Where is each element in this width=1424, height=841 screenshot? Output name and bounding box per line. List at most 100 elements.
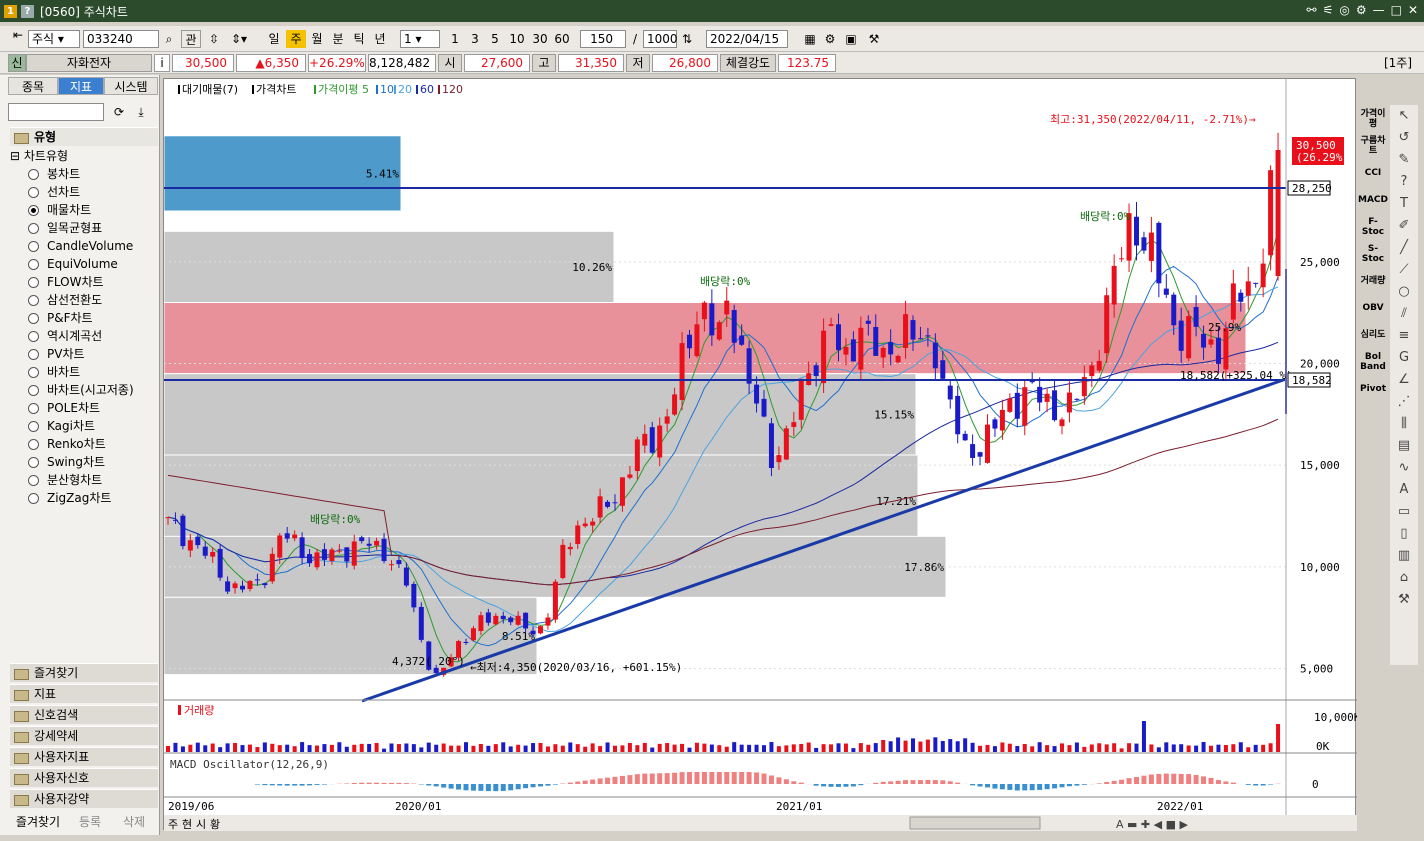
- total-input[interactable]: 1000: [643, 30, 678, 48]
- candle-body[interactable]: [478, 615, 484, 632]
- angle-tool-icon[interactable]: ∠: [1390, 369, 1418, 391]
- chart-type-18[interactable]: ZigZag차트: [28, 489, 111, 507]
- sync-icon[interactable]: ⇅: [679, 30, 695, 48]
- close-button[interactable]: ✕: [1408, 3, 1418, 17]
- candle-body[interactable]: [165, 517, 171, 519]
- candle-body[interactable]: [1171, 294, 1177, 326]
- candle-body[interactable]: [552, 581, 558, 620]
- line-tool-icon[interactable]: ╱: [1390, 237, 1418, 259]
- candle-body[interactable]: [813, 365, 819, 377]
- legend-item[interactable]: 10: [380, 83, 394, 96]
- radio-icon[interactable]: [28, 276, 39, 288]
- text-tool-icon[interactable]: T: [1390, 193, 1418, 215]
- scroll-tab-now[interactable]: 현: [182, 818, 192, 831]
- candle-body[interactable]: [985, 424, 990, 463]
- candle-body[interactable]: [925, 335, 931, 337]
- register-button[interactable]: 등록: [70, 813, 110, 831]
- tree-chart-types[interactable]: ⊟ 차트유형: [10, 147, 68, 164]
- folder-indicators[interactable]: 지표: [10, 684, 158, 703]
- candle-body[interactable]: [910, 320, 916, 340]
- candle-body[interactable]: [955, 395, 961, 435]
- period-day[interactable]: 일: [264, 30, 284, 48]
- candle-body[interactable]: [1037, 386, 1043, 403]
- candle-body[interactable]: [1163, 288, 1169, 295]
- candle-body[interactable]: [560, 544, 566, 579]
- candle-body[interactable]: [1007, 398, 1013, 412]
- candle-body[interactable]: [225, 581, 231, 592]
- candle-body[interactable]: [657, 425, 663, 458]
- candle-body[interactable]: [687, 334, 692, 349]
- candle-body[interactable]: [508, 617, 514, 623]
- chart-type-9[interactable]: 역시계곡선: [28, 327, 102, 345]
- tab-indicator[interactable]: 지표: [58, 77, 104, 95]
- legend-item[interactable]: 120: [442, 83, 463, 96]
- radio-icon[interactable]: [28, 384, 39, 396]
- candle-body[interactable]: [1059, 419, 1065, 427]
- candle-body[interactable]: [344, 547, 350, 562]
- indicator-button-5[interactable]: S-Stoc: [1358, 240, 1388, 267]
- candle-body[interactable]: [433, 667, 439, 673]
- indicator-button-9[interactable]: Bol Band: [1358, 348, 1388, 375]
- count-input[interactable]: 150: [580, 30, 626, 48]
- chart-type-7[interactable]: 삼선전환도: [28, 291, 102, 309]
- radio-icon[interactable]: [28, 348, 39, 360]
- period-month[interactable]: 월: [307, 30, 327, 48]
- period-year[interactable]: 년: [370, 30, 390, 48]
- indicator-button-4[interactable]: F-Stoc: [1358, 213, 1388, 240]
- quick-5[interactable]: 5: [486, 30, 504, 48]
- chart-type-10[interactable]: PV차트: [28, 345, 85, 363]
- candle-body[interactable]: [999, 409, 1005, 431]
- maximize-button[interactable]: □: [1391, 3, 1402, 17]
- candle-body[interactable]: [351, 541, 357, 566]
- period-minute[interactable]: 분: [328, 30, 348, 48]
- window-tool-icon[interactable]: ▭: [1390, 501, 1418, 523]
- candle-body[interactable]: [1260, 263, 1266, 288]
- quick-30[interactable]: 30: [529, 30, 551, 48]
- candle-body[interactable]: [1111, 265, 1117, 305]
- indicator-search-input[interactable]: [8, 103, 104, 121]
- tools-icon[interactable]: ⚒: [864, 30, 884, 48]
- candle-body[interactable]: [754, 384, 760, 404]
- candle-body[interactable]: [798, 378, 804, 420]
- candle-body[interactable]: [1201, 333, 1207, 348]
- candle-body[interactable]: [1044, 393, 1050, 402]
- wrench-tool-icon[interactable]: ⚒: [1390, 589, 1418, 611]
- candle-body[interactable]: [1141, 237, 1147, 251]
- candle-body[interactable]: [1268, 170, 1274, 256]
- candle-body[interactable]: [567, 546, 573, 550]
- candle-body[interactable]: [672, 394, 678, 415]
- candle-body[interactable]: [783, 428, 789, 460]
- candle-body[interactable]: [858, 327, 864, 370]
- stock-code-input[interactable]: 033240: [83, 30, 159, 48]
- radio-icon[interactable]: [28, 474, 39, 486]
- favorites-button[interactable]: 즐겨찾기: [8, 813, 68, 831]
- fib-tool-icon[interactable]: ≡: [1390, 325, 1418, 347]
- chart-type-14[interactable]: Kagi차트: [28, 417, 95, 435]
- chart-type-8[interactable]: P&F차트: [28, 309, 93, 327]
- candle-body[interactable]: [1134, 216, 1139, 246]
- indicator-button-2[interactable]: CCI: [1358, 159, 1388, 186]
- candle-body[interactable]: [277, 535, 283, 558]
- auto-tool-icon[interactable]: A: [1390, 479, 1418, 501]
- updown-icon[interactable]: ⇕▾: [226, 30, 252, 48]
- download-icon[interactable]: ⤓: [132, 103, 150, 121]
- candle-body[interactable]: [210, 551, 216, 557]
- candle-body[interactable]: [418, 606, 424, 640]
- info-icon[interactable]: i: [154, 54, 170, 72]
- candle-body[interactable]: [970, 444, 976, 458]
- radio-icon[interactable]: [28, 438, 39, 450]
- candle-body[interactable]: [1178, 320, 1184, 351]
- radio-icon[interactable]: [28, 402, 39, 414]
- candle-body[interactable]: [1275, 150, 1281, 277]
- folder-user-strength[interactable]: 사용자강약: [10, 789, 158, 808]
- candle-body[interactable]: [903, 314, 909, 349]
- date-select[interactable]: 2022/04/15 ▾: [706, 30, 788, 62]
- indicator-button-8[interactable]: 심리도: [1358, 321, 1388, 348]
- candle-body[interactable]: [292, 534, 298, 539]
- eraser-icon[interactable]: ✎: [1390, 149, 1418, 171]
- save-icon[interactable]: ▣: [843, 30, 859, 48]
- candle-body[interactable]: [634, 439, 640, 472]
- minimize-button[interactable]: —: [1373, 3, 1385, 17]
- indicator-button-0[interactable]: 가격이평: [1358, 105, 1388, 132]
- candle-body[interactable]: [880, 347, 886, 358]
